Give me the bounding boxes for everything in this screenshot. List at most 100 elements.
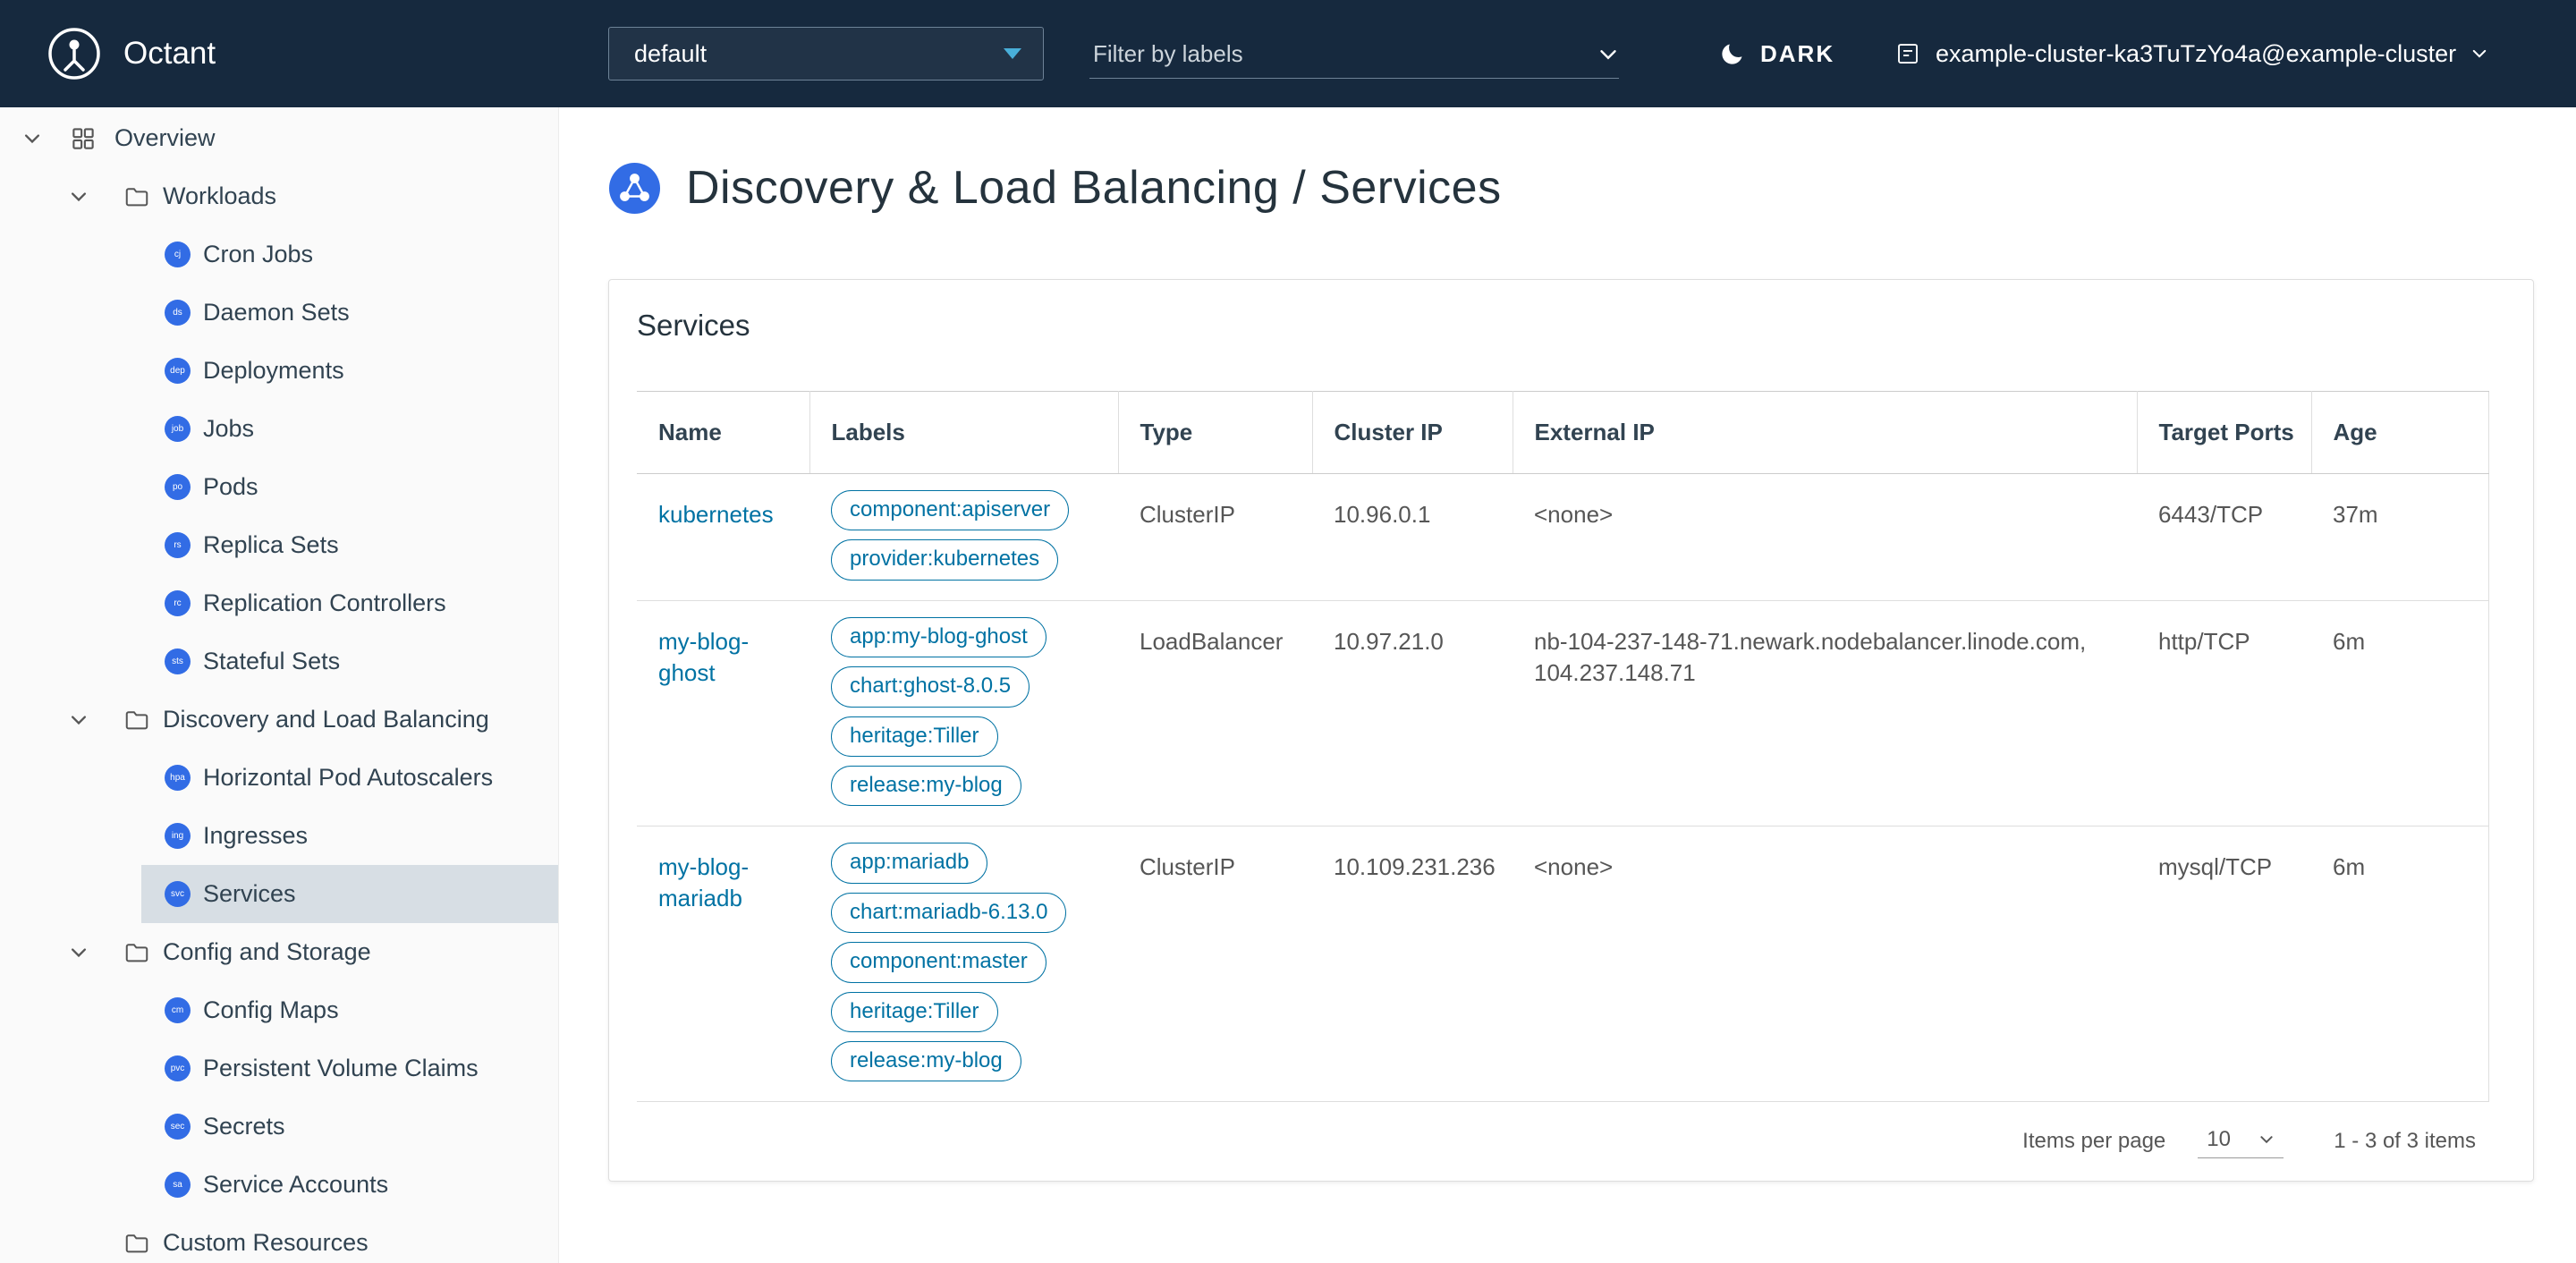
- chevron-down-icon[interactable]: [1597, 44, 1619, 65]
- sidebar-group-config-and-storage[interactable]: Config and Storage: [0, 923, 558, 981]
- folder-icon: [123, 707, 150, 733]
- age: 37m: [2311, 473, 2488, 601]
- chevron-down-icon[interactable]: [68, 942, 89, 963]
- services-card: Services Name Labels Type Cluster IP Ext…: [608, 279, 2534, 1182]
- label-tag[interactable]: provider:kubernetes: [831, 539, 1059, 581]
- theme-toggle-label: DARK: [1760, 39, 1835, 67]
- label-tag[interactable]: heritage:Tiller: [831, 716, 998, 757]
- jobs-icon: job: [165, 416, 191, 442]
- sidebar-item-ingresses[interactable]: ing Ingresses: [141, 807, 558, 865]
- services-icon: svc: [165, 881, 191, 907]
- chevron-down-icon[interactable]: [68, 709, 89, 731]
- column-header-cluster-ip: Cluster IP: [1312, 391, 1513, 474]
- items-per-page-value: 10: [2207, 1126, 2231, 1151]
- replication-controllers-icon: rc: [165, 590, 191, 616]
- chevron-down-icon: [2260, 1136, 2273, 1143]
- sidebar-item-horizontal-pod-autoscalers[interactable]: hpa Horizontal Pod Autoscalers: [141, 749, 558, 807]
- theme-toggle-button[interactable]: DARK: [1719, 0, 1835, 107]
- sidebar-item-overview[interactable]: Overview: [0, 109, 558, 167]
- table-header-row: Name Labels Type Cluster IP External IP …: [637, 391, 2488, 474]
- sidebar-group-custom-resources[interactable]: Custom Resources: [0, 1214, 558, 1263]
- sidebar-item-service-accounts[interactable]: sa Service Accounts: [141, 1156, 558, 1214]
- age: 6m: [2311, 826, 2488, 1103]
- sidebar-item-daemon-sets[interactable]: ds Daemon Sets: [141, 284, 558, 342]
- external-ip: nb-104-237-148-71.newark.nodebalancer.li…: [1513, 600, 2137, 827]
- service-type: LoadBalancer: [1118, 600, 1312, 827]
- cluster-context-dropdown[interactable]: example-cluster-ka3TuTzYo4a@example-clus…: [1894, 0, 2488, 107]
- label-tag[interactable]: heritage:Tiller: [831, 991, 998, 1032]
- persistent-volume-claims-icon: pvc: [165, 1055, 191, 1081]
- services-icon: [608, 162, 661, 215]
- age: 6m: [2311, 600, 2488, 827]
- sidebar-item-persistent-volume-claims[interactable]: pvc Persistent Volume Claims: [141, 1039, 558, 1098]
- service-type: ClusterIP: [1118, 826, 1312, 1103]
- sidebar-group-workloads[interactable]: Workloads: [0, 167, 558, 225]
- sidebar-group-label: Config and Storage: [163, 938, 371, 965]
- sidebar-item-config-maps[interactable]: cm Config Maps: [141, 981, 558, 1039]
- column-header-name: Name: [637, 391, 810, 474]
- namespace-select[interactable]: default: [608, 27, 1044, 81]
- external-ip: <none>: [1513, 826, 2137, 1103]
- cluster-ip: 10.97.21.0: [1312, 600, 1513, 827]
- horizontal-pod-autoscalers-icon: hpa: [165, 765, 191, 791]
- sidebar-item-stateful-sets[interactable]: sts Stateful Sets: [141, 632, 558, 691]
- app-header: Octant default DARK example-cluster-ka3T…: [0, 0, 2576, 107]
- label-tag[interactable]: release:my-blog: [831, 1040, 1021, 1082]
- external-ip: <none>: [1513, 473, 2137, 601]
- pods-icon: po: [165, 474, 191, 500]
- label-tag[interactable]: app:my-blog-ghost: [831, 616, 1046, 658]
- label-tag[interactable]: chart:ghost-8.0.5: [831, 666, 1030, 708]
- cron-jobs-icon: cj: [165, 242, 191, 267]
- sidebar-item-pods[interactable]: po Pods: [141, 458, 558, 516]
- namespace-select-value: default: [634, 39, 708, 67]
- service-link[interactable]: my-blog-ghost: [658, 628, 749, 686]
- applications-icon: [70, 125, 97, 152]
- sidebar-item-replica-sets[interactable]: rs Replica Sets: [141, 516, 558, 574]
- moon-icon: [1719, 40, 1746, 67]
- label-tag[interactable]: component:apiserver: [831, 490, 1070, 531]
- service-link[interactable]: my-blog-mariadb: [658, 853, 749, 911]
- cluster-icon: [1894, 40, 1921, 67]
- secrets-icon: sec: [165, 1114, 191, 1140]
- label-filter-input[interactable]: [1089, 40, 1597, 68]
- replica-sets-icon: rs: [165, 532, 191, 558]
- daemon-sets-icon: ds: [165, 300, 191, 326]
- sidebar-item-jobs[interactable]: job Jobs: [141, 400, 558, 458]
- cluster-ip: 10.96.0.1: [1312, 473, 1513, 601]
- column-header-age: Age: [2311, 391, 2488, 474]
- services-table: Name Labels Type Cluster IP External IP …: [637, 391, 2489, 1103]
- chevron-down-icon[interactable]: [21, 128, 43, 149]
- sidebar: Overview Workloads cj Cron Jobs ds Daemo…: [0, 107, 559, 1263]
- sidebar-item-secrets[interactable]: sec Secrets: [141, 1098, 558, 1156]
- sidebar-item-replication-controllers[interactable]: rc Replication Controllers: [141, 574, 558, 632]
- cluster-ip: 10.109.231.236: [1312, 826, 1513, 1103]
- label-tag[interactable]: chart:mariadb-6.13.0: [831, 892, 1067, 934]
- cluster-context-value: example-cluster-ka3TuTzYo4a@example-clus…: [1936, 39, 2457, 67]
- label-tag[interactable]: component:master: [831, 942, 1046, 983]
- service-link[interactable]: kubernetes: [658, 501, 774, 528]
- sidebar-item-services[interactable]: svc Services: [141, 865, 558, 923]
- folder-icon: [123, 939, 150, 966]
- app-title: Octant: [123, 36, 216, 71]
- label-filter: [1089, 30, 1619, 79]
- sidebar-item-deployments[interactable]: dep Deployments: [141, 342, 558, 400]
- table-row: my-blog-mariadb app:mariadb chart:mariad…: [637, 826, 2488, 1103]
- main-content: Discovery & Load Balancing / Services Se…: [559, 107, 2576, 1263]
- sidebar-group-discovery-and-load-balancing[interactable]: Discovery and Load Balancing: [0, 691, 558, 749]
- deployments-icon: dep: [165, 358, 191, 384]
- card-title: Services: [637, 309, 750, 342]
- chevron-down-icon[interactable]: [68, 186, 89, 208]
- service-accounts-icon: sa: [165, 1172, 191, 1198]
- sidebar-group-label: Custom Resources: [163, 1229, 369, 1256]
- label-tag[interactable]: app:mariadb: [831, 843, 988, 884]
- sidebar-item-cron-jobs[interactable]: cj Cron Jobs: [141, 225, 558, 284]
- column-header-target-ports: Target Ports: [2137, 391, 2312, 474]
- target-ports: http/TCP: [2137, 600, 2311, 827]
- page-title: Discovery & Load Balancing / Services: [686, 162, 1502, 214]
- service-type: ClusterIP: [1118, 473, 1312, 601]
- items-per-page-select[interactable]: 10: [2198, 1125, 2284, 1158]
- column-header-type: Type: [1118, 391, 1313, 474]
- label-tag[interactable]: release:my-blog: [831, 765, 1021, 807]
- column-header-labels: Labels: [809, 391, 1119, 474]
- sidebar-group-label: Discovery and Load Balancing: [163, 706, 489, 733]
